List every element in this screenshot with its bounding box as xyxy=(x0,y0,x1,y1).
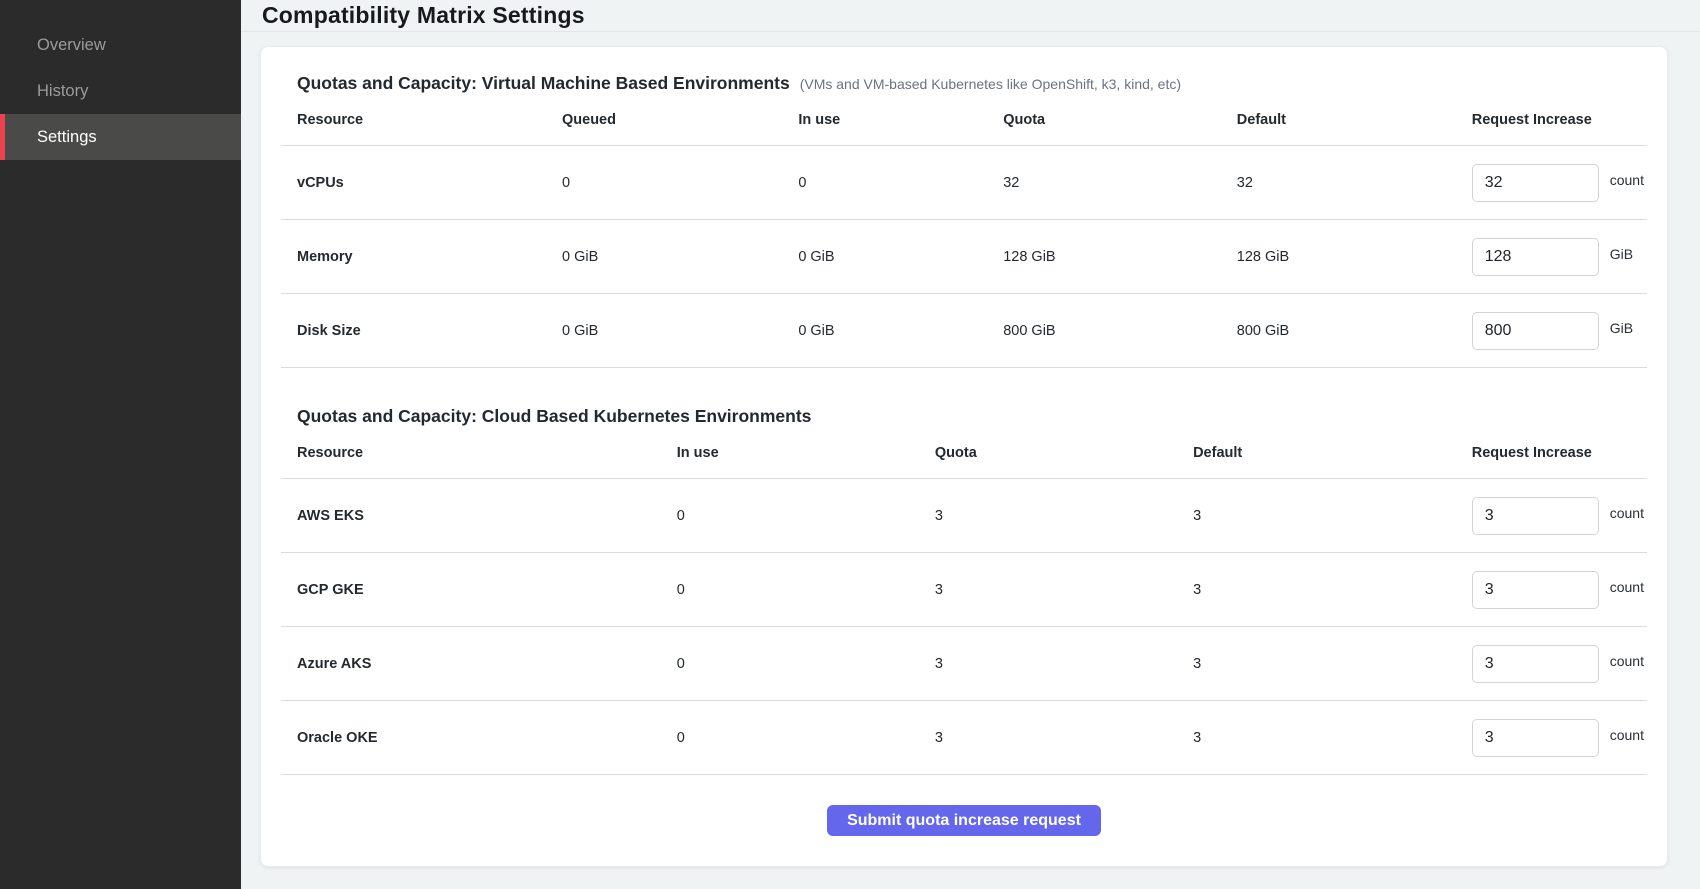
resource-name: Disk Size xyxy=(281,323,546,339)
col-resource: Resource xyxy=(281,112,546,128)
col-request-increase: Request Increase xyxy=(1456,445,1647,461)
sidebar-item-label: Overview xyxy=(37,36,106,55)
quota-value: 3 xyxy=(919,508,1177,524)
unit-label: count xyxy=(1610,727,1644,743)
queued-value: 0 GiB xyxy=(546,323,782,339)
col-request-increase: Request Increase xyxy=(1456,112,1647,128)
request-increase-cell: count xyxy=(1456,497,1647,535)
request-increase-cell: count xyxy=(1456,645,1647,683)
resource-name: vCPUs xyxy=(281,175,546,191)
aws-eks-request-input[interactable] xyxy=(1472,497,1599,535)
unit-label: count xyxy=(1610,579,1644,595)
col-in-use: In use xyxy=(782,112,987,128)
table-row-aws-eks: AWS EKS 0 3 3 count xyxy=(281,479,1647,553)
resource-name: AWS EKS xyxy=(281,508,661,524)
default-value: 3 xyxy=(1177,656,1456,672)
in-use-value: 0 xyxy=(661,656,919,672)
col-default: Default xyxy=(1221,112,1456,128)
submit-row: Submit quota increase request xyxy=(281,775,1647,850)
unit-label: count xyxy=(1610,172,1644,188)
in-use-value: 0 xyxy=(661,730,919,746)
vm-section-subtitle: (VMs and VM-based Kubernetes like OpenSh… xyxy=(800,76,1181,92)
table-row-disk-size: Disk Size 0 GiB 0 GiB 800 GiB 800 GiB Gi… xyxy=(281,294,1647,368)
quota-value: 3 xyxy=(919,582,1177,598)
unit-label: GiB xyxy=(1610,320,1633,336)
table-row-azure-aks: Azure AKS 0 3 3 count xyxy=(281,627,1647,701)
sidebar-item-label: History xyxy=(37,82,88,101)
main-area: Compatibility Matrix Settings Quotas and… xyxy=(241,0,1700,889)
k8s-section-title-row: Quotas and Capacity: Cloud Based Kuberne… xyxy=(281,406,1647,427)
memory-request-input[interactable] xyxy=(1472,238,1599,276)
table-row-memory: Memory 0 GiB 0 GiB 128 GiB 128 GiB GiB xyxy=(281,220,1647,294)
in-use-value: 0 GiB xyxy=(782,249,987,265)
quotas-card: Quotas and Capacity: Virtual Machine Bas… xyxy=(260,46,1668,867)
sidebar: Overview History Settings xyxy=(0,0,241,889)
vcpus-request-input[interactable] xyxy=(1472,164,1599,202)
default-value: 3 xyxy=(1177,508,1456,524)
request-increase-cell: GiB xyxy=(1456,312,1647,350)
k8s-quota-table: Resource In use Quota Default Request In… xyxy=(281,427,1647,775)
queued-value: 0 xyxy=(546,175,782,191)
oracle-oke-request-input[interactable] xyxy=(1472,719,1599,757)
resource-name: Memory xyxy=(281,249,546,265)
disk-size-request-input[interactable] xyxy=(1472,312,1599,350)
resource-name: Azure AKS xyxy=(281,656,661,672)
unit-label: count xyxy=(1610,505,1644,521)
default-value: 32 xyxy=(1221,175,1456,191)
col-default: Default xyxy=(1177,445,1456,461)
request-increase-cell: count xyxy=(1456,719,1647,757)
table-row-gcp-gke: GCP GKE 0 3 3 count xyxy=(281,553,1647,627)
request-increase-cell: count xyxy=(1456,571,1647,609)
quota-value: 128 GiB xyxy=(987,249,1221,265)
request-increase-cell: count xyxy=(1456,164,1647,202)
section-gap xyxy=(281,368,1647,398)
gcp-gke-request-input[interactable] xyxy=(1472,571,1599,609)
resource-name: Oracle OKE xyxy=(281,730,661,746)
sidebar-item-label: Settings xyxy=(37,128,97,147)
vm-section-title: Quotas and Capacity: Virtual Machine Bas… xyxy=(297,73,790,94)
unit-label: count xyxy=(1610,653,1644,669)
submit-quota-increase-button[interactable]: Submit quota increase request xyxy=(827,805,1101,836)
default-value: 800 GiB xyxy=(1221,323,1456,339)
quota-value: 3 xyxy=(919,730,1177,746)
default-value: 3 xyxy=(1177,730,1456,746)
resource-name: GCP GKE xyxy=(281,582,661,598)
k8s-section-title: Quotas and Capacity: Cloud Based Kuberne… xyxy=(297,406,811,427)
vm-quota-table: Resource Queued In use Quota Default Req… xyxy=(281,94,1647,368)
table-row-vcpus: vCPUs 0 0 32 32 count xyxy=(281,146,1647,220)
vm-table-header: Resource Queued In use Quota Default Req… xyxy=(281,94,1647,146)
sidebar-item-settings[interactable]: Settings xyxy=(0,114,241,160)
in-use-value: 0 GiB xyxy=(782,323,987,339)
unit-label: GiB xyxy=(1610,246,1633,262)
queued-value: 0 GiB xyxy=(546,249,782,265)
in-use-value: 0 xyxy=(661,508,919,524)
k8s-table-header: Resource In use Quota Default Request In… xyxy=(281,427,1647,479)
col-quota: Quota xyxy=(919,445,1177,461)
page-header: Compatibility Matrix Settings xyxy=(241,0,1700,32)
request-increase-cell: GiB xyxy=(1456,238,1647,276)
page-title: Compatibility Matrix Settings xyxy=(262,2,585,29)
vm-section-title-row: Quotas and Capacity: Virtual Machine Bas… xyxy=(281,73,1647,94)
sidebar-item-overview[interactable]: Overview xyxy=(0,22,241,68)
quota-value: 32 xyxy=(987,175,1221,191)
col-queued: Queued xyxy=(546,112,782,128)
default-value: 3 xyxy=(1177,582,1456,598)
col-quota: Quota xyxy=(987,112,1221,128)
quota-value: 3 xyxy=(919,656,1177,672)
col-in-use: In use xyxy=(661,445,919,461)
col-resource: Resource xyxy=(281,445,661,461)
azure-aks-request-input[interactable] xyxy=(1472,645,1599,683)
in-use-value: 0 xyxy=(782,175,987,191)
in-use-value: 0 xyxy=(661,582,919,598)
content: Quotas and Capacity: Virtual Machine Bas… xyxy=(241,32,1700,889)
table-row-oracle-oke: Oracle OKE 0 3 3 count xyxy=(281,701,1647,775)
quota-value: 800 GiB xyxy=(987,323,1221,339)
default-value: 128 GiB xyxy=(1221,249,1456,265)
sidebar-item-history[interactable]: History xyxy=(0,68,241,114)
